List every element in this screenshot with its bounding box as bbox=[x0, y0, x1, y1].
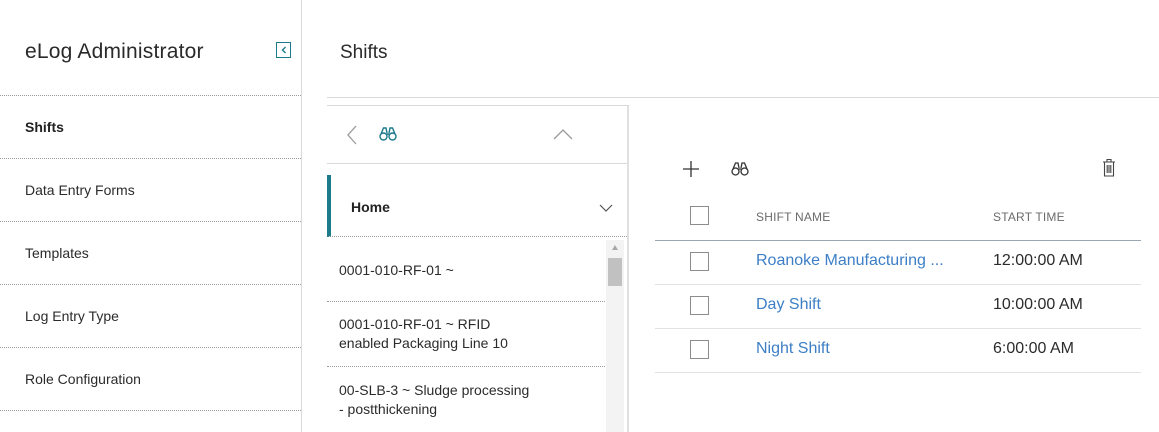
sidebar-item-label: Data Entry Forms bbox=[25, 182, 135, 198]
scroll-up-arrow-icon[interactable] bbox=[612, 245, 618, 250]
sidebar-item-label: Role Configuration bbox=[25, 371, 141, 387]
tree-item[interactable]: 0001-010-RF-01 ~ bbox=[327, 238, 607, 302]
tree-home-node[interactable]: Home bbox=[327, 175, 627, 237]
tree-item-label-line2: - postthickening bbox=[339, 400, 438, 417]
page-title: Shifts bbox=[340, 42, 388, 63]
binoculars-icon[interactable] bbox=[379, 126, 397, 142]
tree-list: 0001-010-RF-01 ~ 0001-010-RF-01 ~ RFID e… bbox=[327, 238, 607, 432]
sidebar-item-data-entry-forms[interactable]: Data Entry Forms bbox=[0, 159, 301, 222]
shifts-table: SHIFT NAME START TIME Roanoke Manufactur… bbox=[655, 193, 1141, 373]
column-header-shift-name[interactable]: SHIFT NAME bbox=[756, 210, 830, 224]
tree-item-text: 0001-010-RF-01 ~ bbox=[339, 261, 454, 280]
trash-icon[interactable] bbox=[1102, 158, 1116, 177]
tree-item[interactable]: 00-SLB-3 ~ Sludge processing - postthick… bbox=[327, 367, 607, 432]
sidebar-item-log-entry-type[interactable]: Log Entry Type bbox=[0, 285, 301, 348]
shift-name-link[interactable]: Night Shift bbox=[756, 340, 951, 358]
sidebar-header: eLog Administrator bbox=[0, 0, 301, 96]
table-row: Roanoke Manufacturing ... 12:00:00 AM bbox=[655, 241, 1141, 285]
tree-item-text: 0001-010-RF-01 ~ RFID enabled Packaging … bbox=[339, 315, 508, 353]
plus-icon[interactable] bbox=[682, 160, 700, 178]
collapse-sidebar-button[interactable] bbox=[276, 42, 291, 58]
sidebar-item-label: Log Entry Type bbox=[25, 308, 119, 324]
sidebar-item-label: Shifts bbox=[25, 119, 64, 135]
chevron-left-icon bbox=[281, 46, 286, 54]
divider bbox=[327, 97, 1159, 98]
tree-item-label: 0001-010-RF-01 ~ bbox=[339, 262, 454, 278]
sidebar: eLog Administrator Shifts Data Entry For… bbox=[0, 0, 302, 432]
tree-panel: Home 0001-010-RF-01 ~ 0001-010-RF-01 ~ R… bbox=[327, 105, 629, 432]
column-header-start-time[interactable]: START TIME bbox=[993, 210, 1065, 224]
scrollbar-thumb[interactable] bbox=[608, 258, 622, 286]
table-row: Day Shift 10:00:00 AM bbox=[655, 285, 1141, 329]
app-title: eLog Administrator bbox=[25, 40, 204, 63]
row-checkbox[interactable] bbox=[690, 296, 709, 315]
shift-name-link[interactable]: Day Shift bbox=[756, 296, 951, 314]
back-icon[interactable] bbox=[345, 124, 359, 146]
row-checkbox[interactable] bbox=[690, 252, 709, 271]
tree-item[interactable]: 0001-010-RF-01 ~ RFID enabled Packaging … bbox=[327, 302, 607, 367]
tree-scrollbar[interactable] bbox=[606, 240, 624, 432]
sidebar-menu: Shifts Data Entry Forms Templates Log En… bbox=[0, 96, 301, 411]
tree-item-text: 00-SLB-3 ~ Sludge processing - postthick… bbox=[339, 381, 529, 419]
chevron-up-icon[interactable] bbox=[553, 128, 573, 140]
sidebar-item-templates[interactable]: Templates bbox=[0, 222, 301, 285]
shift-name-link[interactable]: Roanoke Manufacturing ... bbox=[756, 252, 951, 270]
table-header: SHIFT NAME START TIME bbox=[655, 193, 1141, 241]
tree-item-label: 0001-010-RF-01 ~ RFID bbox=[339, 316, 491, 332]
table-row: Night Shift 6:00:00 AM bbox=[655, 329, 1141, 373]
start-time-cell: 12:00:00 AM bbox=[993, 252, 1083, 269]
binoculars-icon[interactable] bbox=[731, 161, 749, 177]
tree-item-label: 00-SLB-3 ~ Sludge processing bbox=[339, 381, 530, 398]
tree-item-label-line2: enabled Packaging Line 10 bbox=[339, 335, 508, 351]
sidebar-item-label: Templates bbox=[25, 245, 89, 261]
tree-toolbar bbox=[327, 106, 627, 164]
tree-home-label: Home bbox=[351, 199, 390, 215]
sidebar-item-shifts[interactable]: Shifts bbox=[0, 96, 301, 159]
grid-toolbar bbox=[655, 155, 1141, 187]
start-time-cell: 6:00:00 AM bbox=[993, 340, 1074, 357]
row-checkbox[interactable] bbox=[690, 340, 709, 359]
sidebar-item-role-configuration[interactable]: Role Configuration bbox=[0, 348, 301, 411]
start-time-cell: 10:00:00 AM bbox=[993, 296, 1083, 313]
select-all-checkbox[interactable] bbox=[690, 206, 709, 225]
chevron-down-icon[interactable] bbox=[599, 204, 613, 212]
